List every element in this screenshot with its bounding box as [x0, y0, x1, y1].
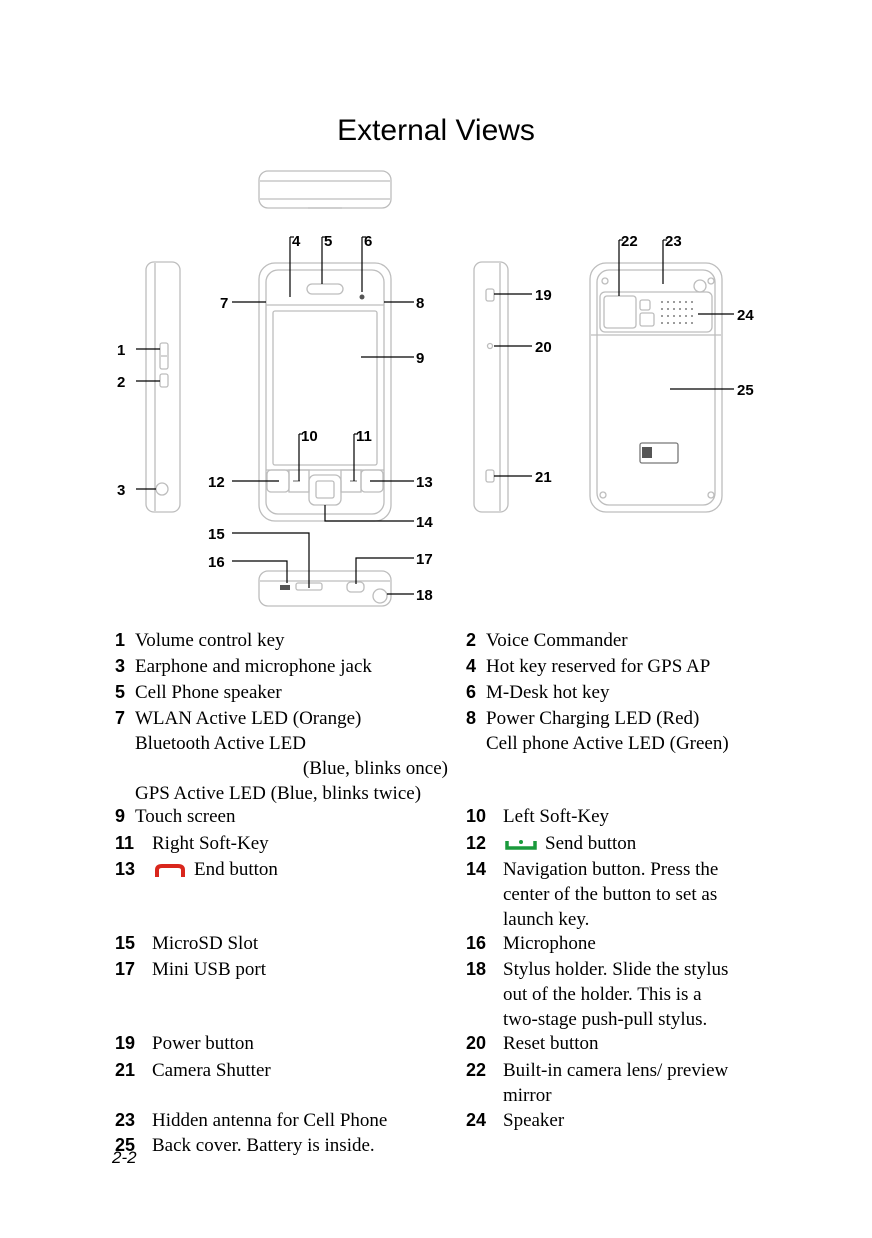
callout-16: 16: [208, 554, 225, 571]
legend-item-20: 20 Reset button: [466, 1033, 599, 1054]
legend-item-25: 25 Back cover. Battery is inside.: [115, 1135, 375, 1156]
device-top-view: [258, 170, 392, 209]
legend-item-18: 18 Stylus holder. Slide the stylus out o…: [466, 959, 729, 1030]
legend-item-11: 11 Right Soft-Key: [115, 833, 269, 854]
callout-17: 17: [416, 551, 433, 568]
device-right-side-view: [473, 261, 509, 513]
send-button-icon: [505, 839, 537, 850]
callout-9: 9: [416, 350, 424, 367]
legend-item-2: 2 Voice Commander: [466, 630, 628, 651]
callout-4: 4: [292, 233, 301, 250]
callout-15: 15: [208, 526, 225, 543]
legend-item-13: 13 End button: [115, 859, 278, 880]
callout-18: 18: [416, 587, 433, 604]
legend-item-15: 15 MicroSD Slot: [115, 933, 259, 954]
callout-6: 6: [364, 233, 372, 250]
callout-3: 3: [117, 482, 125, 499]
device-bottom-view: [258, 570, 392, 607]
legend-item-9: 9 Touch screen: [115, 806, 236, 827]
legend-item-24: 24 Speaker: [466, 1110, 565, 1131]
microsd-icon: [280, 585, 290, 590]
callout-8: 8: [416, 295, 424, 312]
page-number: 2-2: [112, 1148, 137, 1167]
legend-item-12: 12 Send button: [466, 833, 637, 854]
callout-14: 14: [416, 514, 433, 531]
callout-10: 10: [301, 428, 318, 445]
legend-item-16: 16 Microphone: [466, 933, 596, 954]
legend-item-3: 3 Earphone and microphone jack: [115, 656, 372, 677]
windows-logo-icon: [642, 447, 652, 458]
legend-item-5: 5 Cell Phone speaker: [115, 682, 282, 703]
device-front-view: [258, 262, 392, 522]
legend-item-7: 7 WLAN Active LED (Orange) Bluetooth Act…: [115, 708, 448, 804]
callout-12: 12: [208, 474, 225, 491]
legend-item-1: 1 Volume control key: [115, 630, 285, 651]
callout-1: 1: [117, 342, 125, 359]
legend-item-10: 10 Left Soft-Key: [466, 806, 610, 827]
callout-24: 24: [737, 307, 754, 324]
legend-item-23: 23 Hidden antenna for Cell Phone: [115, 1110, 388, 1131]
speaker-grille-icon: [661, 301, 693, 324]
legend-item-4: 4 Hot key reserved for GPS AP: [466, 656, 711, 677]
end-button-icon: [155, 863, 185, 877]
device-diagram: 1 2 3 4 5 6 7 8 9 10 11 12 13 14 15 16 1…: [117, 170, 754, 607]
callout-2: 2: [117, 374, 125, 391]
callout-25: 25: [737, 382, 754, 399]
legend-item-21: 21 Camera Shutter: [115, 1060, 271, 1081]
callout-19: 19: [535, 287, 552, 304]
callout-23: 23: [665, 233, 682, 250]
legend-item-6: 6 M-Desk hot key: [466, 682, 610, 703]
callout-5: 5: [324, 233, 332, 250]
callout-21: 21: [535, 469, 552, 486]
device-back-view: [589, 262, 723, 513]
legend-item-17: 17 Mini USB port: [115, 959, 267, 980]
legend-item-22: 22 Built-in camera lens/ preview mirror: [466, 1060, 729, 1106]
callout-11: 11: [356, 428, 372, 445]
callout-22: 22: [621, 233, 638, 250]
home-icon: [359, 294, 365, 300]
legend-item-19: 19 Power button: [115, 1033, 254, 1054]
callout-20: 20: [535, 339, 552, 356]
legend-item-8: 8 Power Charging LED (Red) Cell phone Ac…: [466, 708, 729, 754]
callout-7: 7: [220, 295, 228, 312]
device-left-side-view: [145, 261, 181, 513]
legend-item-14: 14 Navigation button. Press the center o…: [466, 859, 719, 930]
callout-13: 13: [416, 474, 433, 491]
